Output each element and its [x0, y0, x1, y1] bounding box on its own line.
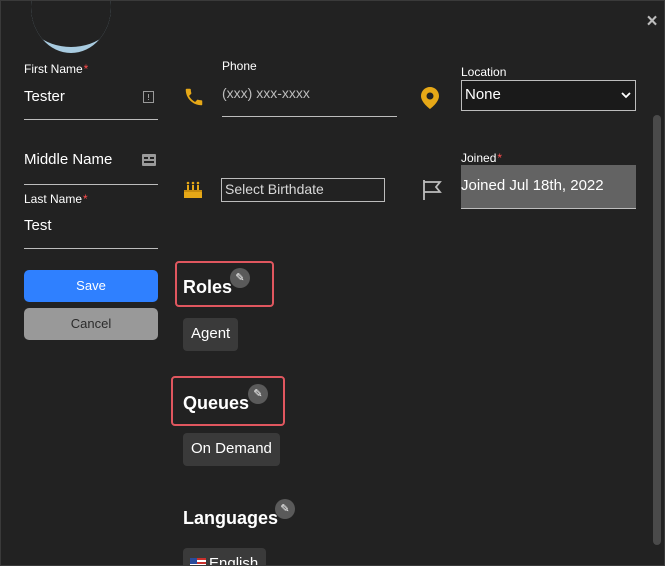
- joined-field: Joined Jul 18th, 2022: [461, 165, 636, 209]
- edit-queues-pencil-icon[interactable]: ✎: [248, 384, 268, 404]
- language-chip-label: English: [209, 555, 259, 566]
- location-pin-icon: [421, 87, 439, 114]
- first-name-label: First Name*: [24, 62, 89, 76]
- scrollbar[interactable]: [652, 41, 662, 565]
- language-chip-english: English: [183, 548, 267, 566]
- close-icon[interactable]: ×: [643, 12, 661, 31]
- last-name-underline: [24, 248, 158, 249]
- save-button[interactable]: Save: [24, 270, 158, 302]
- joined-label: Joined*: [461, 151, 503, 165]
- middle-name-field[interactable]: Middle Name: [24, 151, 112, 168]
- contact-card-icon: [142, 154, 156, 169]
- cancel-button[interactable]: Cancel: [24, 308, 158, 340]
- queue-chip-on-demand: On Demand: [183, 433, 280, 466]
- role-chip-agent: Agent: [183, 318, 239, 351]
- birthdate-input[interactable]: Select Birthdate: [221, 178, 385, 202]
- first-name-field[interactable]: Tester: [24, 88, 65, 105]
- profile-modal: × First Name* Tester Middle Name Last Na…: [0, 0, 665, 566]
- languages-title: Languages: [183, 508, 279, 528]
- location-select[interactable]: None: [461, 80, 636, 111]
- queues-title: Queues: [183, 393, 250, 413]
- last-name-field[interactable]: Test: [24, 217, 52, 234]
- avatar: [31, 1, 111, 53]
- phone-icon: [183, 86, 205, 113]
- edit-languages-pencil-icon[interactable]: ✎: [275, 499, 295, 519]
- middle-name-underline: [24, 184, 158, 185]
- flag-us-icon: [190, 557, 206, 565]
- last-name-label: Last Name*: [24, 192, 88, 206]
- scrollbar-thumb[interactable]: [653, 115, 661, 545]
- location-value: None: [465, 86, 501, 103]
- edit-roles-pencil-icon[interactable]: ✎: [230, 268, 250, 288]
- first-name-underline: [24, 119, 158, 120]
- flag-icon: [422, 179, 444, 206]
- birthday-cake-icon: [183, 179, 203, 204]
- phone-input[interactable]: (xxx) xxx-xxxx: [222, 81, 397, 117]
- contact-card-icon: [143, 91, 154, 106]
- roles-title: Roles: [183, 277, 233, 297]
- location-label: Location: [461, 65, 507, 79]
- phone-label: Phone: [222, 59, 257, 73]
- chevron-down-icon: [621, 87, 631, 102]
